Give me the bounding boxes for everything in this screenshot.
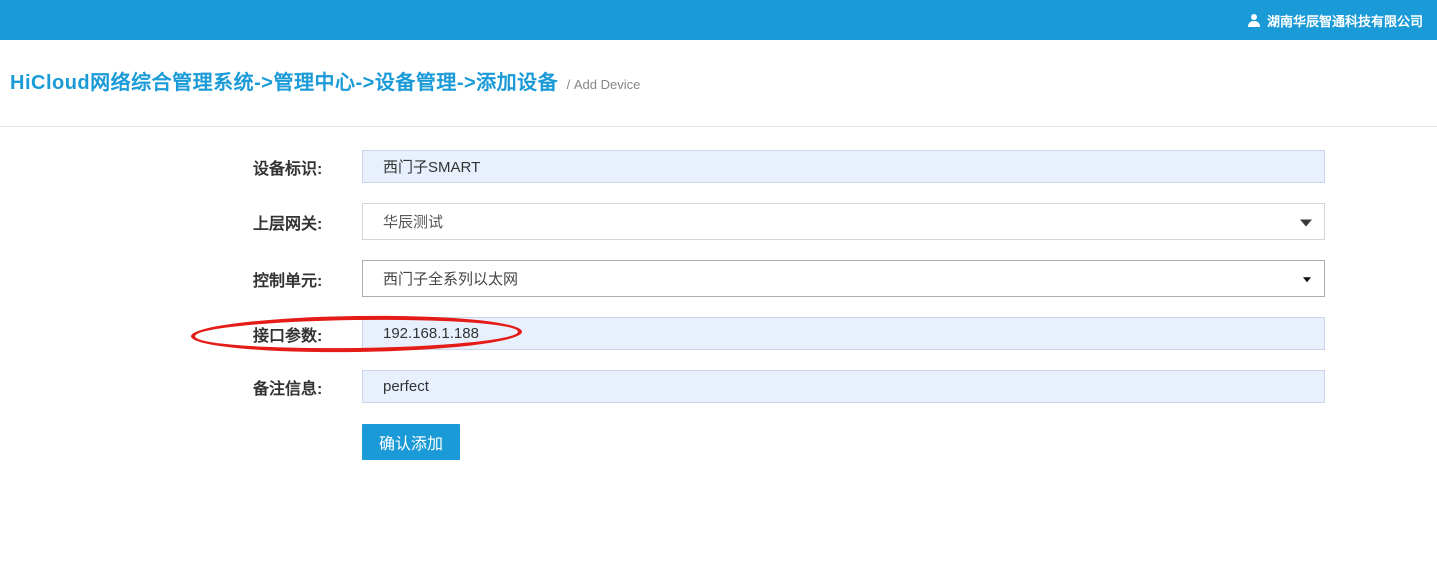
gateway-select[interactable]: 华辰测试 — [362, 203, 1325, 240]
control-unit-label: 控制单元: — [253, 267, 362, 291]
caret-down-icon — [1300, 219, 1312, 226]
company-name: 湖南华辰智通科技有限公司 — [1267, 11, 1423, 30]
account-menu[interactable]: 湖南华辰智通科技有限公司 — [1247, 11, 1423, 30]
gateway-selected-value: 华辰测试 — [383, 211, 443, 232]
caret-down-icon — [1303, 277, 1311, 282]
confirm-add-button[interactable]: 确认添加 — [362, 424, 460, 460]
control-unit-selected-value: 西门子全系列以太网 — [383, 268, 518, 289]
form-row-interface-params: 接口参数: — [0, 317, 1437, 350]
gateway-label: 上层网关: — [253, 210, 362, 234]
control-unit-select[interactable]: 西门子全系列以太网 — [362, 260, 1325, 297]
page-title: HiCloud网络综合管理系统->管理中心->设备管理->添加设备 — [10, 72, 558, 94]
interface-params-label: 接口参数: — [253, 322, 362, 346]
user-icon — [1247, 13, 1261, 27]
remark-input[interactable] — [362, 370, 1325, 403]
device-id-label: 设备标识: — [253, 155, 362, 179]
interface-params-input[interactable] — [362, 317, 1325, 350]
header: HiCloud网络综合管理系统->管理中心->设备管理->添加设备 / Add … — [0, 40, 1437, 127]
form-row-gateway: 上层网关: 华辰测试 — [0, 203, 1437, 240]
page-subtitle: / Add Device — [567, 77, 641, 92]
form-row-control-unit: 控制单元: 西门子全系列以太网 — [0, 260, 1437, 297]
page: 湖南华辰智通科技有限公司 HiCloud网络综合管理系统->管理中心->设备管理… — [0, 0, 1437, 574]
remark-label: 备注信息: — [253, 375, 362, 399]
submit-row: 确认添加 — [0, 424, 1437, 460]
topbar: 湖南华辰智通科技有限公司 — [0, 0, 1437, 40]
form-row-remark: 备注信息: — [0, 370, 1437, 403]
device-id-input[interactable] — [362, 150, 1325, 183]
add-device-form: 设备标识: 上层网关: 华辰测试 控制单元: 西门子全系列以太网 接口参数: 备… — [0, 127, 1437, 460]
form-row-device-id: 设备标识: — [0, 150, 1437, 183]
